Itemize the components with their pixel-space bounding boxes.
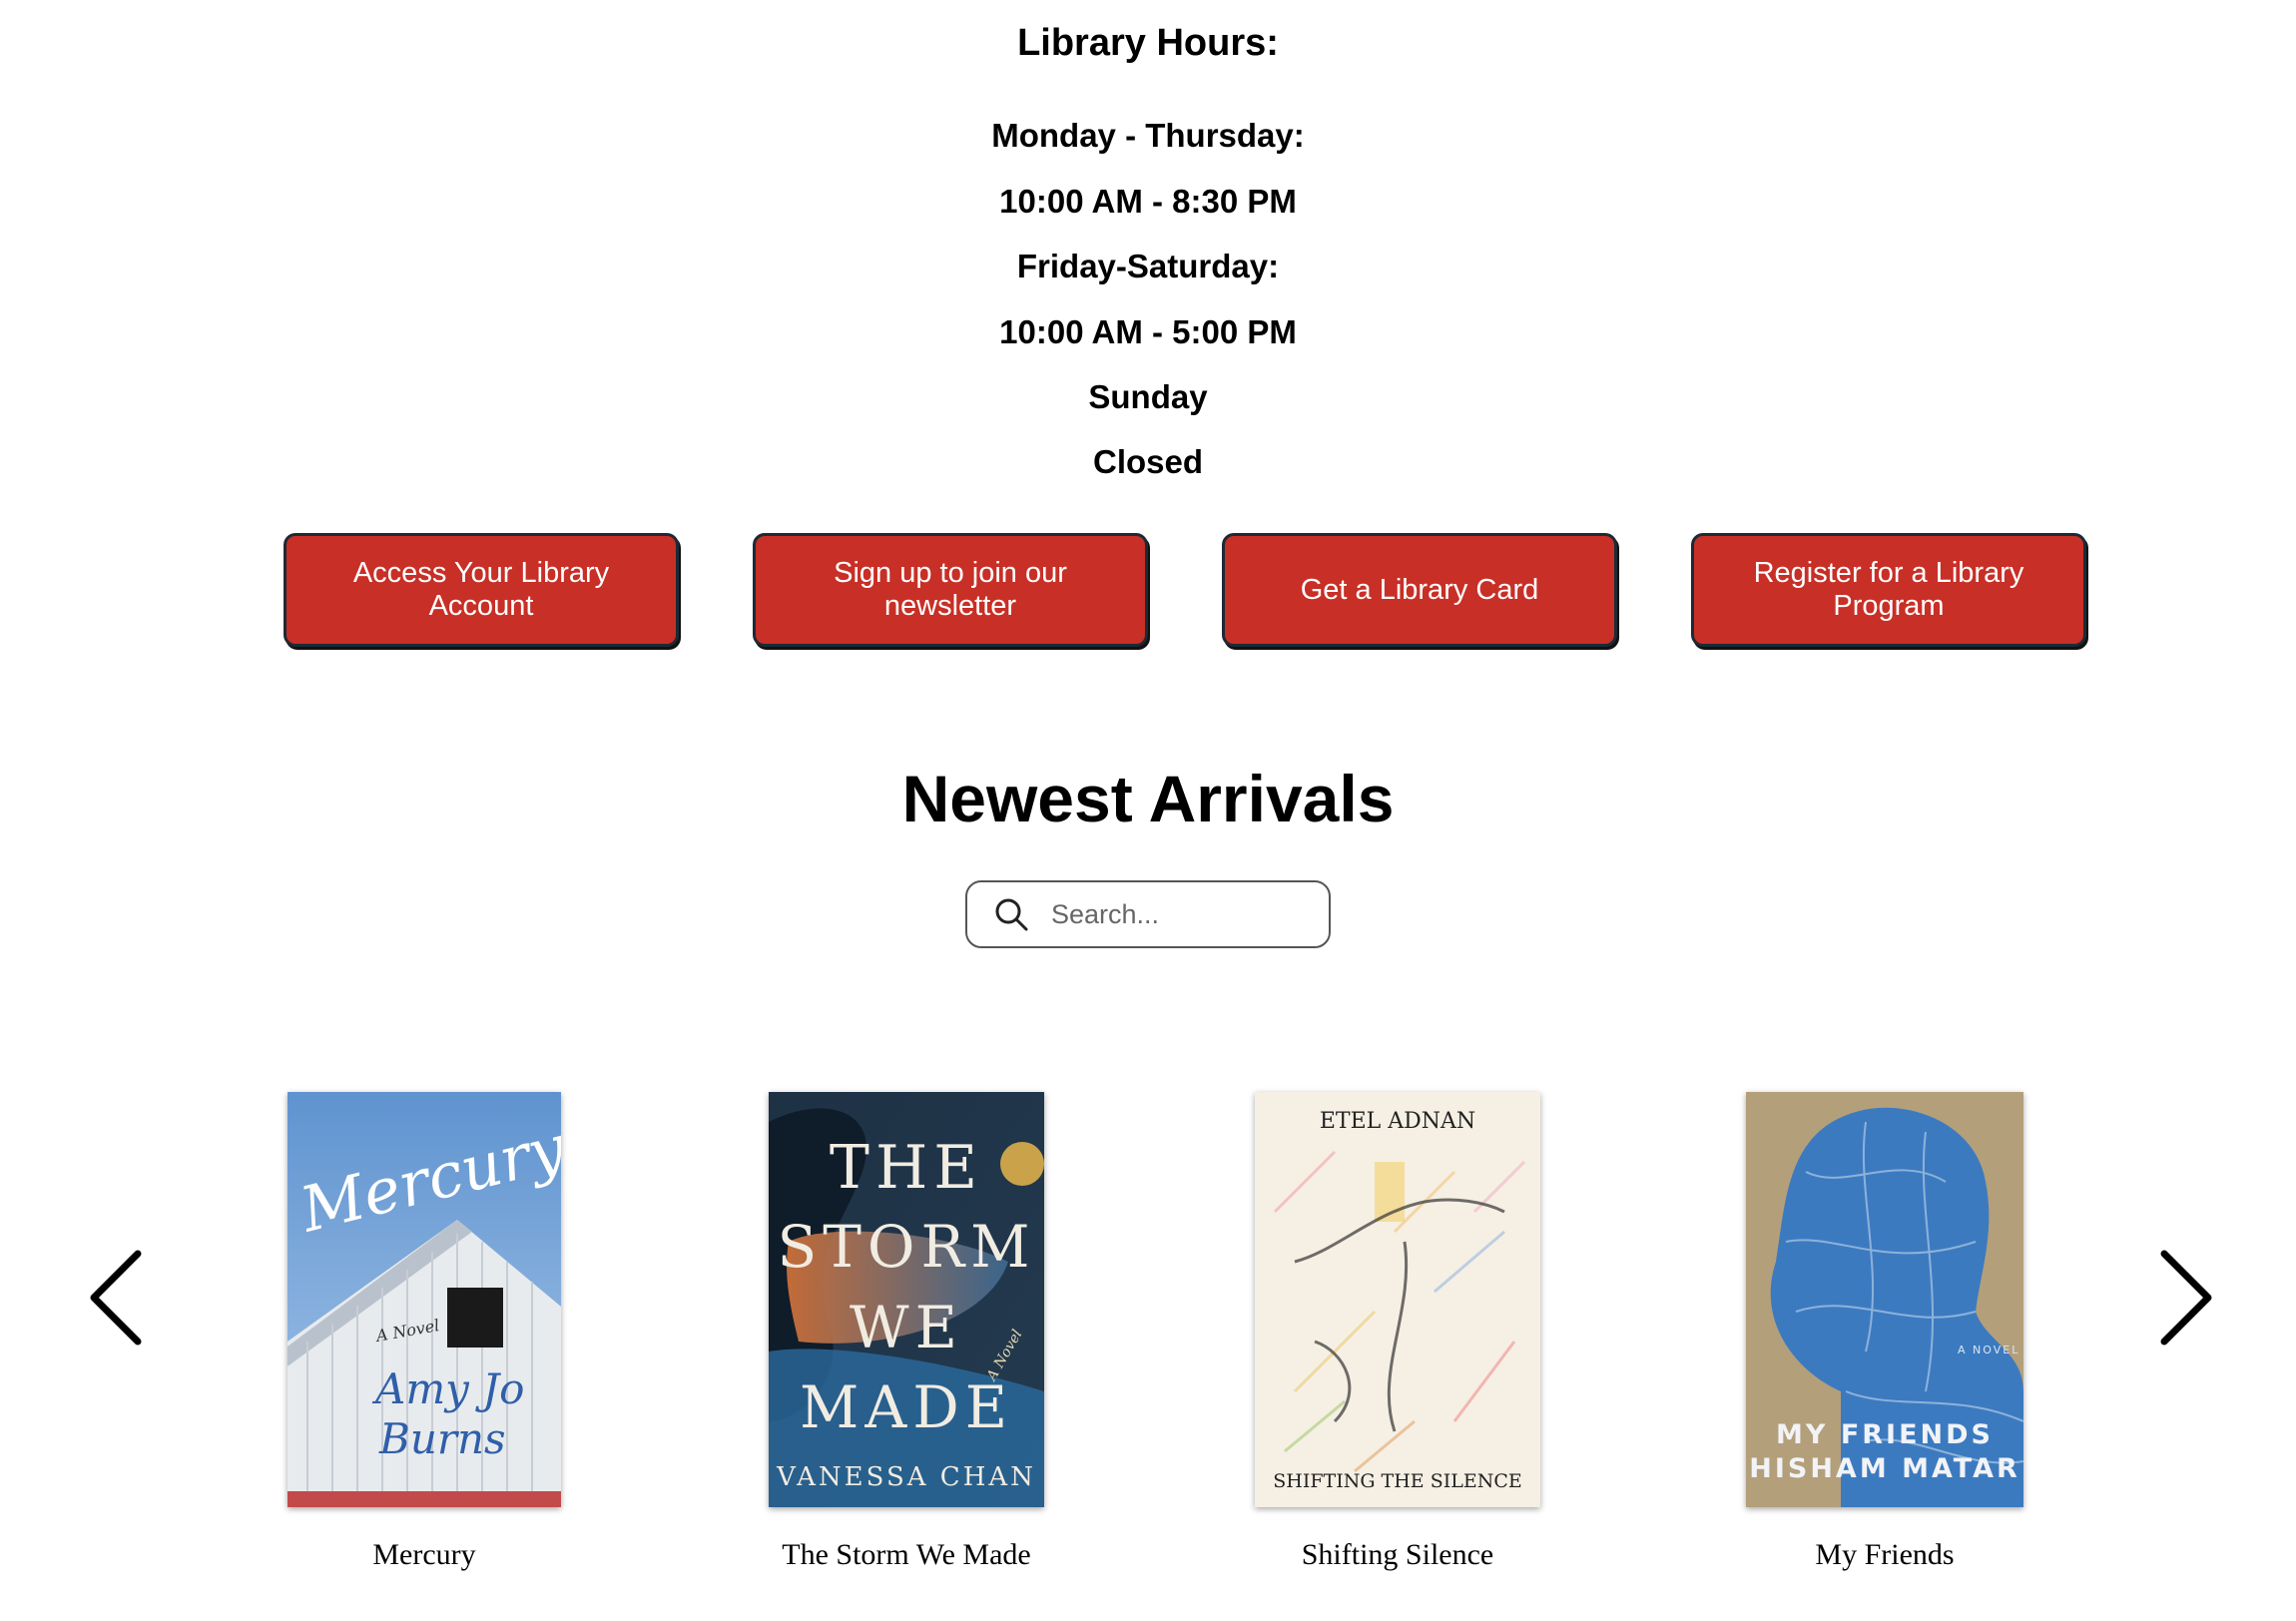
book-cover-shifting-silence[interactable]: ETEL ADNAN SHIFTING THE SILENCE (1255, 1092, 1540, 1507)
search-box[interactable] (965, 880, 1331, 948)
svg-text:STORM: STORM (777, 1213, 1035, 1281)
storm-cover-art: THE STORM WE MADE A Novel VANESSA CHAN (769, 1092, 1044, 1507)
book-title-shifting-silence[interactable]: Shifting Silence (1248, 1537, 1547, 1573)
hours-title: Library Hours: (1017, 22, 1279, 64)
book-cover-mercury[interactable]: Mercury A Novel Amy Jo Burns (287, 1092, 561, 1507)
search-input[interactable] (1049, 897, 1313, 931)
access-account-button[interactable]: Access Your Library Account (284, 533, 679, 647)
svg-text:Amy Jo: Amy Jo (371, 1364, 524, 1413)
register-program-button[interactable]: Register for a Library Program (1691, 533, 2086, 647)
svg-text:A NOVEL: A NOVEL (1958, 1344, 2019, 1356)
book-title-mercury[interactable]: Mercury (324, 1537, 524, 1573)
silence-cover-art: ETEL ADNAN SHIFTING THE SILENCE (1255, 1092, 1540, 1507)
get-library-card-button[interactable]: Get a Library Card (1222, 533, 1617, 647)
hours-time-mon-thu: 10:00 AM - 8:30 PM (999, 183, 1297, 220)
chevron-left-icon[interactable] (86, 1248, 146, 1348)
svg-text:WE: WE (850, 1294, 963, 1361)
newsletter-signup-button[interactable]: Sign up to join our newsletter (753, 533, 1148, 647)
hours-days-mon-thu: Monday - Thursday: (991, 117, 1305, 154)
svg-text:THE: THE (830, 1133, 983, 1203)
newest-arrivals-title: Newest Arrivals (901, 762, 1395, 835)
hours-days-sunday: Sunday (1088, 378, 1208, 415)
chevron-right-icon[interactable] (2156, 1248, 2216, 1348)
search-icon (995, 898, 1028, 931)
book-title-my-friends[interactable]: My Friends (1735, 1537, 2034, 1573)
book-cover-storm-we-made[interactable]: THE STORM WE MADE A Novel VANESSA CHAN (769, 1092, 1044, 1507)
svg-text:SHIFTING THE SILENCE: SHIFTING THE SILENCE (1273, 1470, 1522, 1492)
page: Library Hours: Monday - Thursday: 10:00 … (0, 0, 2296, 1621)
hours-time-fri-sat: 10:00 AM - 5:00 PM (999, 313, 1297, 350)
svg-text:MY FRIENDS: MY FRIENDS (1776, 1419, 1994, 1450)
my-friends-cover-art: A NOVEL MY FRIENDS HISHAM MATAR (1746, 1092, 2023, 1507)
mercury-cover-art: Mercury A Novel Amy Jo Burns (287, 1092, 561, 1507)
hours-time-sunday: Closed (1092, 443, 1204, 480)
svg-text:VANESSA CHAN: VANESSA CHAN (776, 1462, 1036, 1492)
action-buttons: Access Your Library Account Sign up to j… (0, 533, 2296, 653)
svg-text:MADE: MADE (800, 1373, 1013, 1441)
book-cover-my-friends[interactable]: A NOVEL MY FRIENDS HISHAM MATAR (1746, 1092, 2023, 1507)
svg-text:HISHAM MATAR: HISHAM MATAR (1749, 1453, 2020, 1484)
book-title-storm-we-made[interactable]: The Storm We Made (757, 1537, 1056, 1573)
hours-days-fri-sat: Friday-Saturday: (1016, 248, 1280, 284)
svg-text:Burns: Burns (378, 1414, 506, 1463)
svg-text:ETEL ADNAN: ETEL ADNAN (1320, 1109, 1475, 1134)
